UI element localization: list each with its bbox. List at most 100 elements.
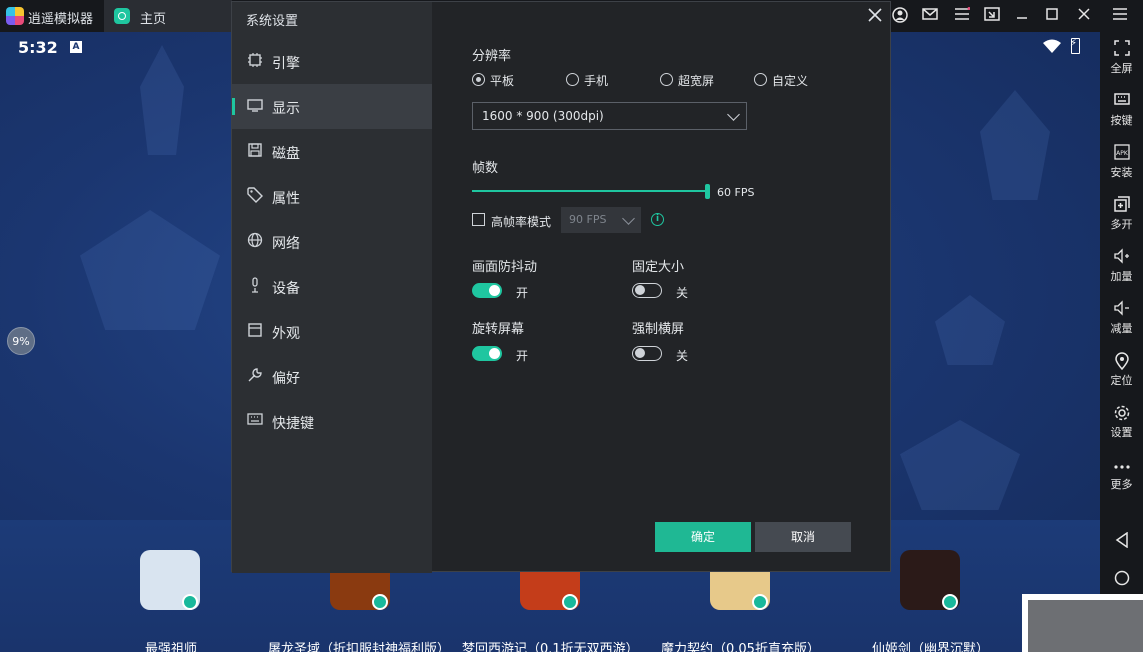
maximize-icon[interactable] bbox=[1043, 7, 1061, 25]
rotate-screen-toggle[interactable] bbox=[472, 346, 502, 361]
android-home-button[interactable] bbox=[1100, 570, 1143, 588]
fps-slider-handle[interactable] bbox=[705, 184, 710, 199]
back-triangle-icon bbox=[1113, 532, 1131, 550]
minimize-icon[interactable] bbox=[1013, 7, 1031, 25]
location-icon bbox=[1113, 352, 1131, 370]
mini-preview[interactable] bbox=[1022, 594, 1143, 652]
toolbar-label: 全屏 bbox=[1100, 60, 1143, 76]
toolbar-keymap[interactable]: 按键 bbox=[1100, 92, 1143, 128]
info-icon[interactable]: i bbox=[651, 213, 664, 226]
toolbar-label: 多开 bbox=[1100, 216, 1143, 232]
app-label: 魔力契约（0.05折直充版） bbox=[661, 638, 820, 652]
radio-label: 平板 bbox=[490, 72, 514, 89]
screenshot-icon[interactable] bbox=[983, 7, 1001, 25]
nav-item-device[interactable]: 设备 bbox=[232, 264, 432, 309]
force-landscape-toggle[interactable] bbox=[632, 346, 662, 361]
right-toolbar: 全屏 按键 APK 安装 多开 加量 减量 定位 设置 更多 bbox=[1100, 32, 1143, 594]
nav-label: 磁盘 bbox=[272, 143, 300, 163]
radio-label: 超宽屏 bbox=[678, 72, 714, 89]
bg-shape bbox=[900, 420, 1020, 510]
toolbar-settings[interactable]: 设置 bbox=[1100, 404, 1143, 440]
app-badge-icon bbox=[562, 594, 578, 610]
nav-label: 偏好 bbox=[272, 368, 300, 388]
app-badge-icon bbox=[182, 594, 198, 610]
status-clock: 5:32 bbox=[18, 38, 58, 57]
toolbar-label: 更多 bbox=[1100, 476, 1143, 492]
microphone-icon bbox=[246, 277, 264, 295]
menu-icon[interactable] bbox=[953, 7, 971, 25]
fps-slider-track[interactable] bbox=[472, 190, 708, 192]
toolbar-volume-down[interactable]: 减量 bbox=[1100, 300, 1143, 336]
nav-item-appearance[interactable]: 外观 bbox=[232, 309, 432, 354]
toolbar-multi[interactable]: 多开 bbox=[1100, 196, 1143, 232]
toolbar-more[interactable]: 更多 bbox=[1100, 456, 1143, 492]
toolbar-label: 加量 bbox=[1100, 268, 1143, 284]
high-fps-select-value: 90 FPS bbox=[569, 213, 606, 226]
confirm-button[interactable]: 确定 bbox=[655, 522, 751, 552]
high-fps-checkbox[interactable] bbox=[472, 213, 485, 226]
force-landscape-label: 强制横屏 bbox=[632, 318, 684, 337]
radio-label: 手机 bbox=[584, 72, 608, 89]
multi-instance-icon bbox=[1113, 196, 1131, 214]
settings-dialog: 系统设置 引擎 显示 磁盘 属性 网络 设备 外观 bbox=[231, 1, 891, 572]
app-label: 最强祖师 bbox=[145, 638, 197, 652]
battery-icon bbox=[1071, 38, 1080, 54]
toolbar-install[interactable]: APK 安装 bbox=[1100, 144, 1143, 180]
nav-item-engine[interactable]: 引擎 bbox=[232, 39, 432, 84]
sidebar-collapse-icon[interactable] bbox=[1111, 7, 1129, 25]
cancel-button[interactable]: 取消 bbox=[755, 522, 851, 552]
disk-icon bbox=[246, 142, 264, 160]
fixed-size-label: 固定大小 bbox=[632, 256, 684, 275]
volume-down-icon bbox=[1113, 300, 1131, 318]
nav-item-preferences[interactable]: 偏好 bbox=[232, 354, 432, 399]
fixed-size-toggle[interactable] bbox=[632, 283, 662, 298]
anti-shake-label: 画面防抖动 bbox=[472, 256, 537, 275]
anti-shake-state: 开 bbox=[516, 284, 528, 301]
wrench-icon bbox=[246, 367, 264, 385]
user-icon[interactable] bbox=[891, 7, 909, 25]
keyboard-icon bbox=[1113, 92, 1131, 110]
nav-label: 快捷键 bbox=[272, 413, 314, 433]
wifi-icon bbox=[1043, 39, 1061, 53]
nav-item-network[interactable]: 网络 bbox=[232, 219, 432, 264]
home-circle-icon bbox=[1113, 570, 1131, 588]
floating-ball[interactable]: 9% bbox=[7, 327, 35, 355]
settings-content: 分辨率 平板 手机 超宽屏 自定义 1600 * 900 (300dpi) 帧数… bbox=[432, 2, 890, 571]
home-icon bbox=[114, 8, 130, 24]
anti-shake-toggle[interactable] bbox=[472, 283, 502, 298]
toolbar-label: 设置 bbox=[1100, 424, 1143, 440]
rotate-screen-state: 开 bbox=[516, 347, 528, 364]
radio-indicator bbox=[472, 73, 485, 86]
resolution-heading: 分辨率 bbox=[472, 45, 511, 64]
force-landscape-state: 关 bbox=[676, 347, 688, 364]
dialog-title: 系统设置 bbox=[246, 10, 298, 29]
nav-item-display[interactable]: 显示 bbox=[232, 84, 432, 129]
mail-icon[interactable] bbox=[921, 7, 939, 25]
monitor-icon bbox=[246, 97, 264, 115]
android-back-button[interactable] bbox=[1100, 532, 1143, 550]
bg-shape bbox=[80, 210, 220, 330]
toolbar-location[interactable]: 定位 bbox=[1100, 352, 1143, 388]
high-fps-select[interactable]: 90 FPS bbox=[561, 207, 641, 233]
notification-badge: A bbox=[70, 41, 82, 53]
toolbar-volume-up[interactable]: 加量 bbox=[1100, 248, 1143, 284]
tab-home[interactable]: 主页 bbox=[104, 0, 232, 32]
nav-item-properties[interactable]: 属性 bbox=[232, 174, 432, 219]
resolution-select[interactable]: 1600 * 900 (300dpi) bbox=[472, 102, 747, 130]
keyboard-icon bbox=[246, 412, 264, 430]
resolution-select-value: 1600 * 900 (300dpi) bbox=[482, 109, 604, 123]
fps-heading: 帧数 bbox=[472, 157, 498, 176]
mini-preview-content bbox=[1028, 600, 1143, 652]
app-badge-icon bbox=[372, 594, 388, 610]
more-icon bbox=[1113, 456, 1131, 474]
fps-value: 60 FPS bbox=[717, 186, 754, 199]
close-icon[interactable] bbox=[866, 8, 884, 26]
nav-item-shortcuts[interactable]: 快捷键 bbox=[232, 399, 432, 444]
window-icon bbox=[246, 322, 264, 340]
globe-icon bbox=[246, 232, 264, 250]
radio-label: 自定义 bbox=[772, 72, 808, 89]
toolbar-fullscreen[interactable]: 全屏 bbox=[1100, 40, 1143, 76]
nav-item-disk[interactable]: 磁盘 bbox=[232, 129, 432, 174]
window-close-icon[interactable] bbox=[1075, 7, 1093, 25]
radio-indicator bbox=[566, 73, 579, 86]
